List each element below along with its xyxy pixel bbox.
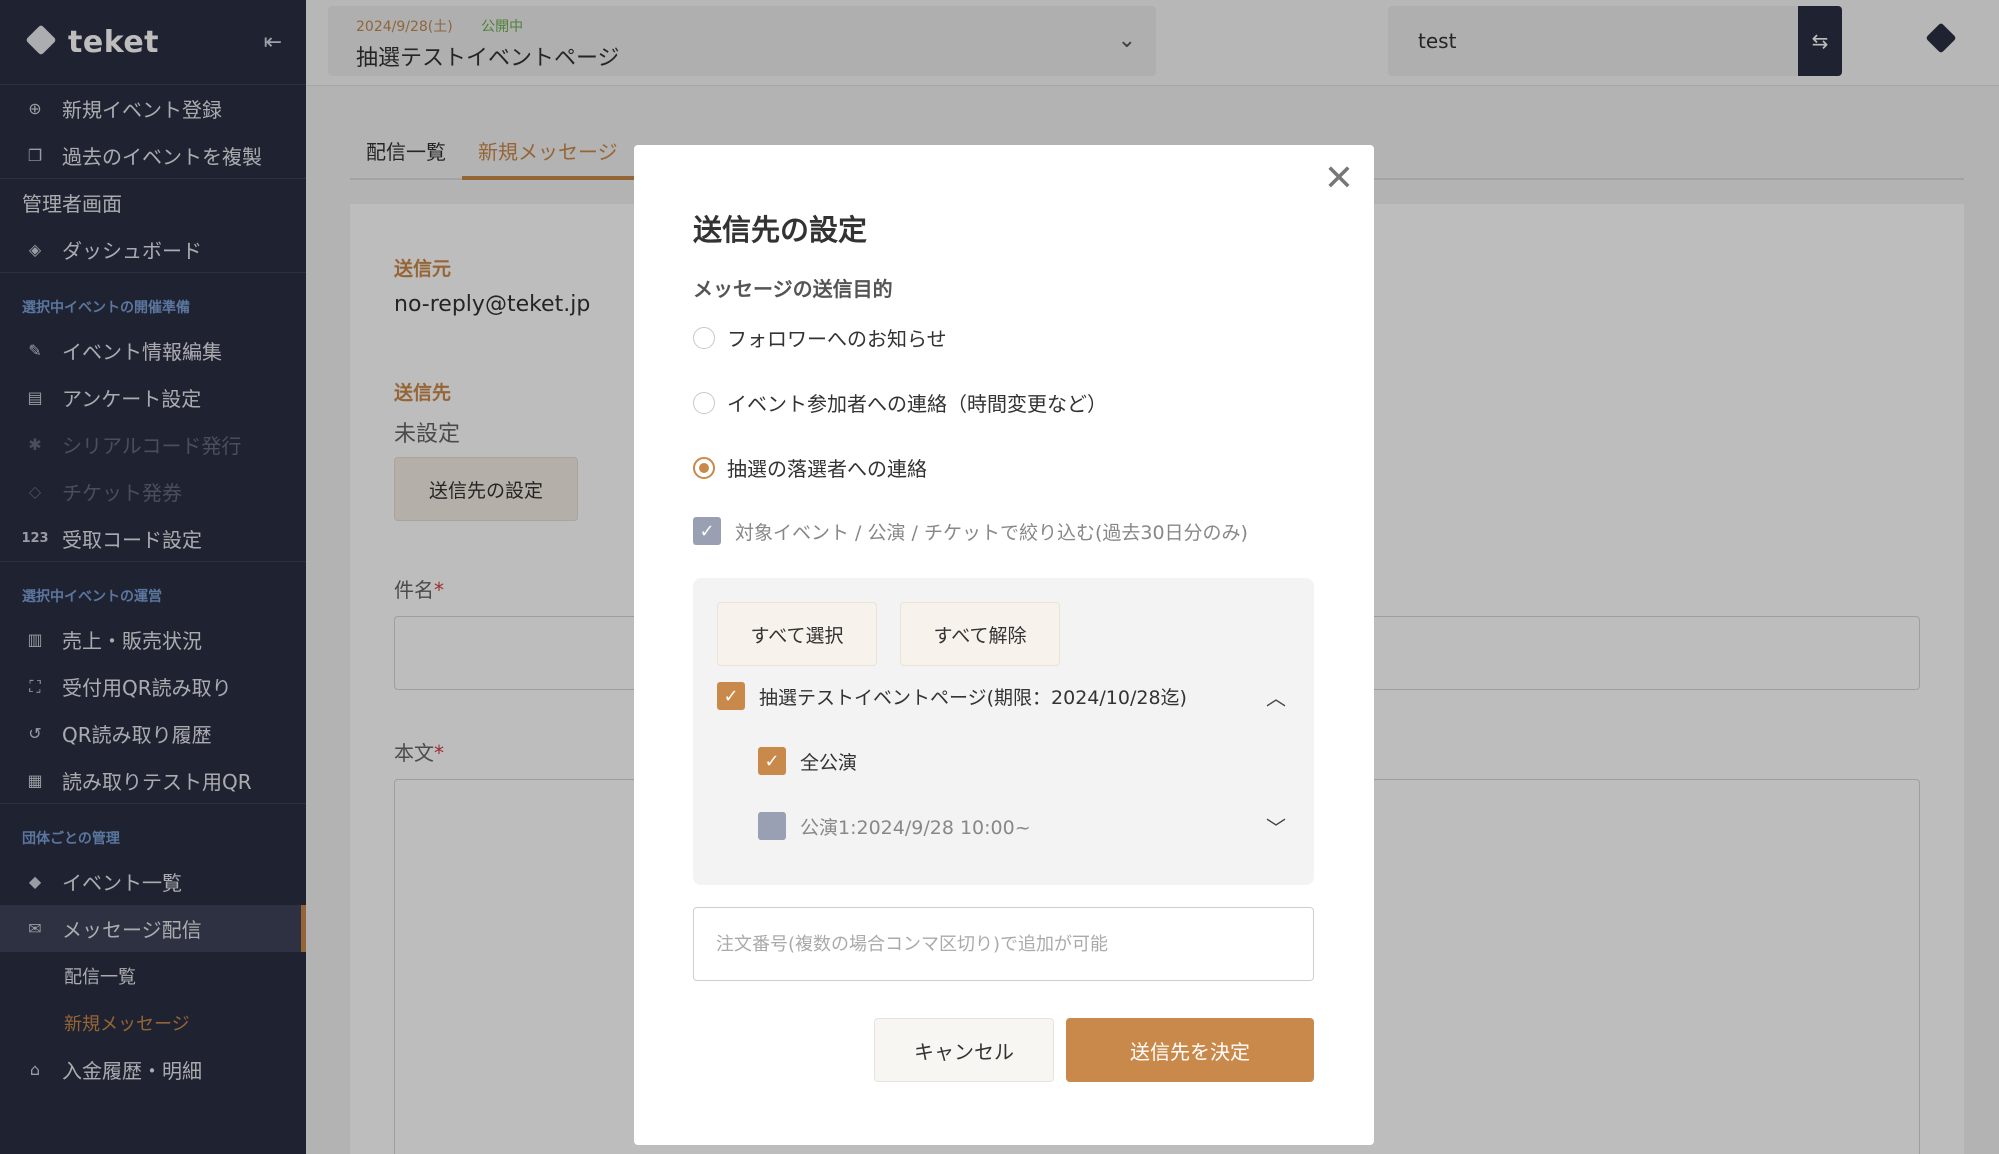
event-entry-row[interactable]: ✓ 抽選テストイベントページ(期限：2024/10/28迄) [717,682,1187,710]
checkbox-checked-icon[interactable]: ✓ [717,682,745,710]
radio-option-lottery-losers[interactable]: 抽選の落選者への連絡 [693,453,927,482]
all-performances-label: 全公演 [800,751,858,774]
radio-label: イベント参加者への連絡（時間変更など） [727,392,1107,416]
close-icon[interactable]: ✕ [1324,161,1354,197]
event-selection-panel: すべて選択 すべて解除 ✓ 抽選テストイベントページ(期限：2024/10/28… [693,578,1314,885]
all-performances-row[interactable]: ✓ 全公演 [758,747,857,775]
checkbox-disabled-icon[interactable] [758,812,786,840]
performance-row[interactable]: 公演1:2024/9/28 10:00~ [758,812,1031,840]
radio-option-participants[interactable]: イベント参加者への連絡（時間変更など） [693,388,1107,417]
cancel-button[interactable]: キャンセル [874,1018,1054,1082]
radio-label: 抽選の落選者への連絡 [727,457,927,481]
filter-checkbox-row[interactable]: ✓ 対象イベント / 公演 / チケットで絞り込む(過去30日分のみ) [693,517,1248,545]
radio-label: フォロワーへのお知らせ [727,327,947,351]
radio-option-followers[interactable]: フォロワーへのお知らせ [693,323,947,352]
checkbox-checked-icon[interactable]: ✓ [758,747,786,775]
radio-button[interactable] [693,391,715,414]
event-entry-label: 抽選テストイベントページ(期限：2024/10/28迄) [759,686,1187,709]
filter-label: 対象イベント / 公演 / チケットで絞り込む(過去30日分のみ) [735,521,1248,544]
confirm-recipient-button[interactable]: 送信先を決定 [1066,1018,1314,1082]
checkbox-checked-icon[interactable]: ✓ [693,517,721,545]
deselect-all-button[interactable]: すべて解除 [900,602,1060,666]
order-number-input[interactable] [693,907,1314,981]
chevron-down-icon[interactable]: ﹀ [1266,812,1286,841]
select-all-button[interactable]: すべて選択 [717,602,877,666]
purpose-label: メッセージの送信目的 [693,277,893,301]
chevron-up-icon[interactable]: ︿ [1266,682,1286,711]
modal-title: 送信先の設定 [693,213,868,247]
radio-button[interactable] [693,326,715,349]
recipient-settings-modal: ✕ 送信先の設定 メッセージの送信目的 フォロワーへのお知らせ イベント参加者へ… [634,145,1374,1145]
radio-button-selected[interactable] [693,456,715,479]
performance-label: 公演1:2024/9/28 10:00~ [800,816,1031,839]
